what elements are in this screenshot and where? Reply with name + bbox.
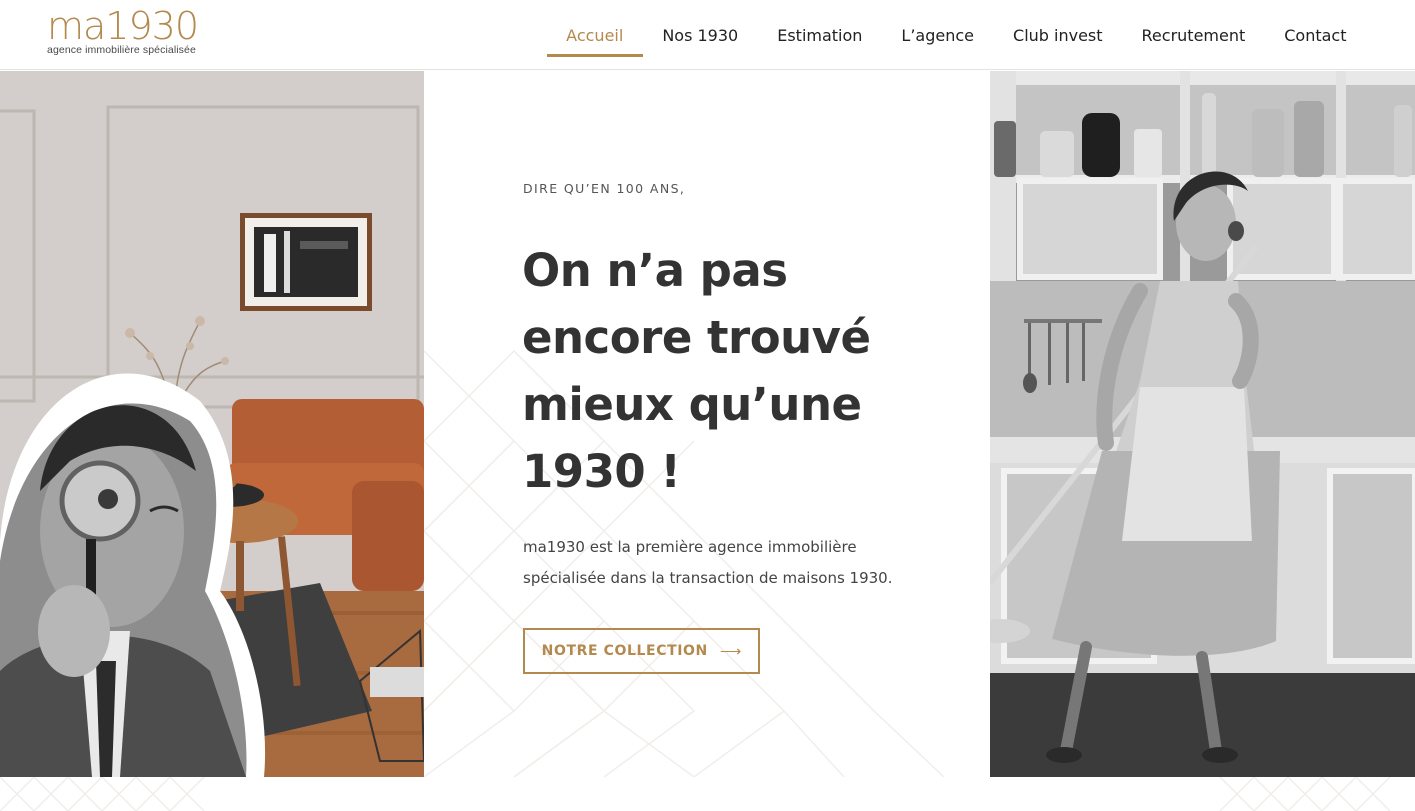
- nav-item-label: Recrutement: [1141, 25, 1246, 45]
- kitchen-illustration: [990, 71, 1415, 777]
- hero-eyebrow: DIRE QU’EN 100 ANS,: [523, 181, 686, 196]
- hero-description-line: ma1930 est la première agence immobilièr…: [523, 538, 857, 556]
- nav-item-label: L’agence: [901, 25, 975, 45]
- logo-wordmark: ma1930: [47, 4, 199, 48]
- hero-title: On n’a pas encore trouvé mieux qu’une 19…: [522, 237, 942, 505]
- hero-image-living-room: [0, 71, 424, 777]
- nav-item-label: Club invest: [1013, 25, 1103, 45]
- nav-item-recrutement[interactable]: Recrutement: [1122, 0, 1265, 70]
- main-nav: Accueil Nos 1930 Estimation L’agence Clu…: [546, 0, 1366, 70]
- notre-collection-button[interactable]: NOTRE COLLECTION ⟶: [523, 628, 760, 674]
- nav-item-agence[interactable]: L’agence: [882, 0, 994, 70]
- nav-item-label: Contact: [1284, 25, 1347, 45]
- nav-item-label: Nos 1930: [662, 25, 739, 45]
- living-room-illustration: [0, 71, 424, 777]
- nav-item-estimation[interactable]: Estimation: [758, 0, 882, 70]
- hero-image-kitchen: [990, 71, 1415, 777]
- bottom-geometric-pattern: [0, 777, 1391, 811]
- nav-item-nos-1930[interactable]: Nos 1930: [643, 0, 758, 70]
- bottom-section-edge: [0, 777, 1415, 811]
- nav-item-accueil[interactable]: Accueil: [546, 0, 643, 70]
- arrow-right-icon: ⟶: [719, 643, 742, 660]
- hero-description: ma1930 est la première agence immobilièr…: [523, 532, 923, 594]
- nav-item-club-invest[interactable]: Club invest: [994, 0, 1123, 70]
- hero-title-line: 1930 !: [522, 445, 681, 498]
- logo-tagline: agence immobilière spécialisée: [47, 44, 196, 56]
- hero-title-line: encore trouvé: [522, 311, 871, 364]
- hero-title-line: mieux qu’une: [522, 378, 862, 431]
- nav-item-contact[interactable]: Contact: [1265, 0, 1366, 70]
- cta-label: NOTRE COLLECTION: [541, 643, 708, 659]
- nav-item-label: Estimation: [777, 25, 863, 45]
- nav-item-label: Accueil: [566, 25, 624, 45]
- hero-description-line: spécialisée dans la transaction de maiso…: [523, 569, 893, 587]
- hero-content: DIRE QU’EN 100 ANS, On n’a pas encore tr…: [424, 71, 990, 777]
- hero-title-line: On n’a pas: [522, 244, 788, 297]
- site-header: ma1930 agence immobilière spécialisée Ac…: [0, 0, 1415, 70]
- site-logo[interactable]: ma1930 agence immobilière spécialisée: [47, 4, 199, 56]
